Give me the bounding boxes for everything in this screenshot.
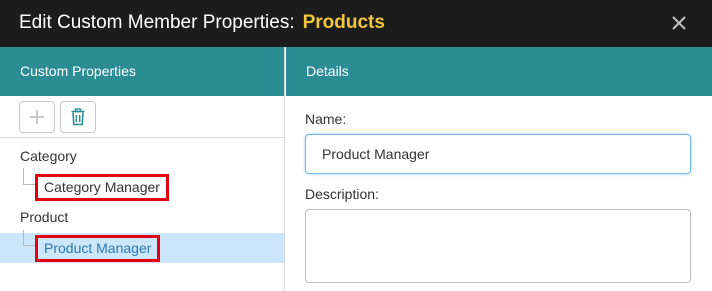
custom-properties-pane: Custom Properties Category Category Mana… (0, 47, 285, 291)
tree-item-label: Category Manager (35, 174, 169, 201)
dialog-title-bar: Edit Custom Member Properties: Products (0, 0, 712, 47)
details-pane: Details Name: Description: (286, 47, 712, 291)
tree-connector (23, 168, 35, 185)
plus-icon (30, 110, 44, 124)
details-header: Details (286, 47, 712, 96)
add-property-button[interactable] (19, 101, 55, 133)
tree-group-category[interactable]: Category (20, 148, 77, 164)
name-field[interactable] (305, 134, 691, 174)
tree-connector (23, 230, 35, 246)
tree-item-label: Product Manager (35, 235, 161, 262)
dialog-title-label: Edit Custom Member Properties: (19, 12, 295, 33)
custom-properties-toolbar (0, 96, 284, 138)
tree-group-product[interactable]: Product (20, 209, 68, 225)
name-label: Name: (305, 111, 347, 127)
trash-icon (71, 108, 85, 126)
dialog-title-dimension: Products (302, 12, 385, 33)
dialog-title: Edit Custom Member Properties: Products (19, 12, 385, 34)
delete-property-button[interactable] (60, 101, 96, 133)
tree-item-category-manager[interactable]: Category Manager (0, 168, 284, 202)
close-button[interactable] (666, 10, 692, 36)
custom-properties-header: Custom Properties (0, 47, 284, 96)
description-field[interactable] (305, 209, 691, 283)
edit-custom-member-properties-dialog: Edit Custom Member Properties: Products C… (0, 0, 712, 291)
description-label: Description: (305, 186, 379, 202)
close-icon (672, 16, 686, 30)
tree-item-product-manager[interactable]: Product Manager (0, 230, 284, 263)
